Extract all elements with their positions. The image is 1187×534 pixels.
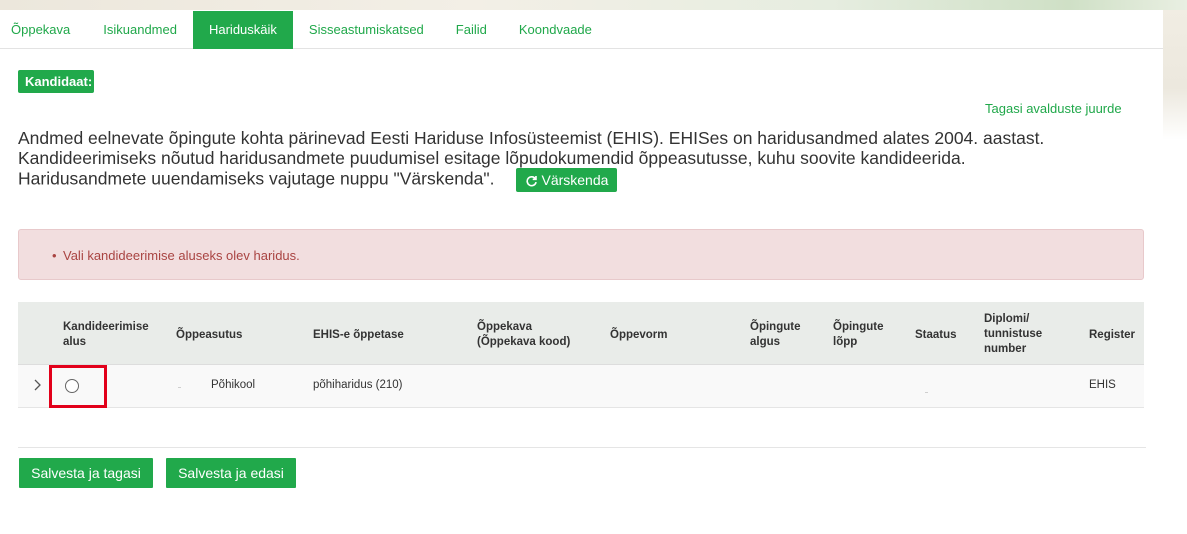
validation-alert: • Vali kandideerimise aluseks olev haridu… xyxy=(18,229,1144,280)
bullet-icon: • xyxy=(52,248,57,263)
header-status: Staatus xyxy=(915,329,957,341)
cell-institution: Põhikool xyxy=(211,379,256,391)
tab-sisseastumiskatsed[interactable]: Sisseastumiskatsed xyxy=(293,11,440,49)
table-header: Kandideerimise alus Õppeasutus EHIS-e õp… xyxy=(18,302,1144,365)
alert-message: Vali kandideerimise aluseks olev haridus… xyxy=(63,248,300,263)
save-and-next-button[interactable]: Salvesta ja edasi xyxy=(166,458,296,488)
back-to-applications-link[interactable]: Tagasi avalduste juurde xyxy=(985,101,1122,116)
header-basis: Kandideerimise alus xyxy=(63,321,149,348)
tab-failid[interactable]: Failid xyxy=(440,11,503,49)
header-diploma: Diplomi/ tunnistuse number xyxy=(984,313,1043,355)
refresh-button-label: Värskenda xyxy=(541,172,609,188)
masked-text xyxy=(925,392,928,393)
alert-item: • Vali kandideerimise aluseks olev haridu… xyxy=(52,248,1143,263)
info-line-3: Haridusandmete uuendamiseks vajutage nup… xyxy=(18,168,1153,192)
info-line-3-text: Haridusandmete uuendamiseks vajutage nup… xyxy=(18,168,495,189)
cell-level: põhiharidus (210) xyxy=(313,379,403,391)
header-end: Õpingute lõpp xyxy=(833,321,884,348)
cell-register: EHIS xyxy=(1089,379,1116,391)
header-register: Register xyxy=(1089,329,1136,341)
masked-text xyxy=(178,387,181,388)
education-table: Kandideerimise alus Õppeasutus EHIS-e õp… xyxy=(18,302,1144,408)
tab-isikuandmed[interactable]: Isikuandmed xyxy=(87,11,193,49)
table-row: Põhikool põhiharidus (210) EHIS xyxy=(18,365,1144,408)
side-banner-image xyxy=(1163,10,1187,140)
header-curriculum: Õppekava (Õppekava kood) xyxy=(477,321,571,348)
save-and-back-button[interactable]: Salvesta ja tagasi xyxy=(19,458,153,488)
info-line-2: Kandideerimiseks nõutud haridusandmete p… xyxy=(18,148,966,168)
chevron-right-icon[interactable] xyxy=(32,377,44,393)
info-line-1: Andmed eelnevate õpingute kohta pärineva… xyxy=(18,128,1045,148)
header-level: EHIS-e õppetase xyxy=(313,329,404,341)
candidate-badge: Kandidaat: xyxy=(18,70,95,93)
section-divider xyxy=(18,447,1146,448)
header-institution: Õppeasutus xyxy=(176,329,243,341)
application-tabs: Õppekava Isikuandmed Hariduskäik Sisseas… xyxy=(0,11,1163,49)
refresh-icon xyxy=(526,175,538,187)
ehis-info-text: Andmed eelnevate õpingute kohta pärineva… xyxy=(18,128,1153,192)
header-start: Õpingute algus xyxy=(750,321,801,348)
highlighted-selection-cell xyxy=(49,365,107,408)
header-form: Õppevorm xyxy=(610,329,668,341)
header-banner-image xyxy=(0,0,1187,10)
tab-hariduskaik[interactable]: Hariduskäik xyxy=(192,11,293,49)
tab-koondvaade[interactable]: Koondvaade xyxy=(503,11,608,49)
refresh-button[interactable]: Värskenda xyxy=(516,168,618,192)
education-basis-radio[interactable] xyxy=(65,379,79,393)
tab-oppekava[interactable]: Õppekava xyxy=(0,11,87,49)
